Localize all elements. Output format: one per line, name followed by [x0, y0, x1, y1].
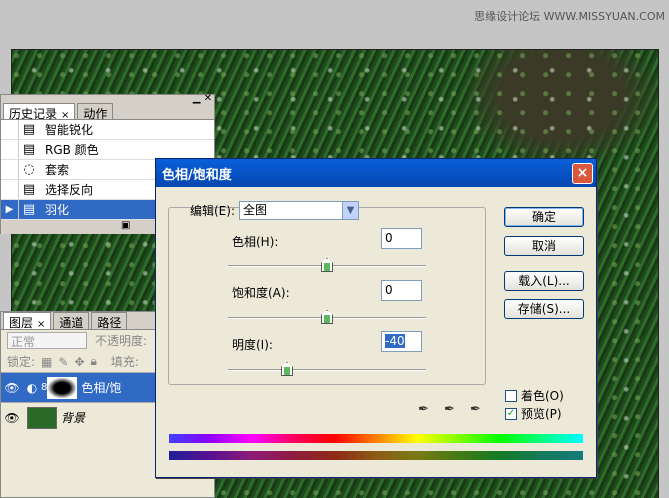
ok-button[interactable]: 确定	[504, 207, 584, 227]
lightness-label: 明度(I):	[232, 338, 273, 352]
history-item-label: RGB 颜色	[45, 143, 99, 157]
eyedropper-icon[interactable]: ✒	[418, 402, 429, 417]
tab-actions-label: 动作	[83, 107, 108, 121]
dialog-title-bar[interactable]: 色相/饱和度 ×	[156, 159, 596, 187]
history-item-label: 套索	[45, 163, 70, 177]
cancel-button[interactable]: 取消	[504, 236, 584, 256]
document-step-icon: ▤	[22, 182, 36, 197]
saturation-label: 饱和度(A):	[232, 286, 290, 300]
lock-all-icon[interactable]: 🔒︎	[91, 354, 97, 369]
output-color-spectrum-bar	[169, 451, 583, 460]
opacity-label: 不透明度:	[95, 334, 148, 348]
new-snapshot-icon[interactable]: ▣	[121, 220, 130, 231]
edit-label: 编辑(E):	[190, 204, 235, 218]
colorize-checkbox[interactable]	[505, 389, 517, 402]
layer-name[interactable]: 背景	[61, 409, 85, 426]
panel-title-bar[interactable]: ▁ ✕	[1, 94, 214, 104]
lock-pixels-icon[interactable]: ✎	[58, 355, 68, 369]
tab-channels[interactable]: 通道	[53, 312, 90, 330]
history-tabs: 历史记录 × 动作	[1, 103, 214, 121]
chevron-down-icon[interactable]: ▼	[342, 202, 358, 219]
colorize-label: 着色(O)	[521, 389, 564, 403]
history-snapshot-box[interactable]	[1, 160, 19, 179]
history-state-marker-icon[interactable]: ▶	[1, 200, 19, 219]
tab-layers[interactable]: 图层 ×	[3, 312, 52, 330]
history-item[interactable]: ▤ RGB 颜色	[1, 140, 214, 160]
watermark: 思缘设计论坛 WWW.MISSYUAN.COM	[474, 10, 665, 23]
history-item-label: 羽化	[45, 203, 70, 217]
lock-position-icon[interactable]: ✥	[74, 355, 84, 369]
edit-select-value: 全图	[243, 203, 268, 217]
tab-history-label: 历史记录	[9, 107, 58, 121]
tab-paths[interactable]: 路径	[91, 312, 128, 330]
edit-select[interactable]: 全图 ▼	[239, 201, 359, 220]
saturation-input[interactable]: 0	[381, 280, 422, 301]
tab-history[interactable]: 历史记录 ×	[3, 103, 76, 121]
hue-label: 色相(H):	[232, 235, 279, 249]
lock-label: 锁定:	[7, 355, 36, 369]
preview-checkbox-row[interactable]: ✓ 预览(P)	[505, 405, 562, 422]
history-item[interactable]: ▤ 智能锐化	[1, 120, 214, 140]
adjustment-group	[168, 207, 486, 385]
hue-input[interactable]: 0	[381, 228, 422, 249]
lasso-icon: ◌	[23, 162, 35, 177]
dialog-title: 色相/饱和度	[162, 167, 232, 183]
eyedropper-plus-icon[interactable]: ✒	[444, 402, 455, 417]
lock-transparency-icon[interactable]: ▦	[41, 355, 52, 369]
save-button[interactable]: 存储(S)...	[504, 299, 584, 319]
history-snapshot-box[interactable]	[1, 120, 19, 139]
hue-value: 0	[385, 231, 393, 245]
history-item-label: 智能锐化	[45, 123, 94, 137]
hue-saturation-dialog: 色相/饱和度 × 编辑(E): 全图 ▼ 色相(H): 0 饱和度(A): 0 …	[155, 158, 597, 478]
history-snapshot-box[interactable]	[1, 180, 19, 199]
lightness-slider-track[interactable]	[228, 369, 426, 371]
eye-icon[interactable]: 👁︎	[1, 411, 23, 425]
eyedropper-minus-icon[interactable]: ✒	[470, 402, 481, 417]
load-button[interactable]: 载入(L)...	[504, 271, 584, 291]
tab-actions[interactable]: 动作	[77, 103, 114, 121]
adjustment-layer-icon: ◐	[26, 380, 38, 395]
tab-paths-label: 路径	[97, 316, 122, 330]
close-button[interactable]: ×	[572, 163, 593, 184]
blend-mode-select[interactable]: 正常	[7, 332, 87, 349]
close-icon[interactable]: ×	[37, 319, 45, 330]
fill-label: 填充:	[110, 355, 139, 369]
tab-layers-label: 图层	[9, 316, 34, 330]
preview-label: 预览(P)	[521, 407, 562, 421]
input-color-spectrum-bar	[169, 434, 583, 443]
document-step-icon: ▤	[22, 122, 36, 137]
eye-icon[interactable]: 👁︎	[1, 381, 23, 395]
document-step-icon: ▤	[22, 142, 36, 157]
lightness-value: -40	[385, 334, 405, 348]
preview-checkbox[interactable]: ✓	[505, 407, 517, 420]
colorize-checkbox-row[interactable]: 着色(O)	[505, 387, 564, 404]
tab-channels-label: 通道	[59, 316, 84, 330]
layer-name[interactable]: 色相/饱	[81, 379, 121, 396]
layer-mask-thumbnail[interactable]	[47, 376, 78, 399]
layer-thumbnail[interactable]	[27, 406, 57, 429]
saturation-value: 0	[385, 283, 393, 297]
lightness-input[interactable]: -40	[381, 331, 422, 352]
edit-row: 编辑(E): 全图 ▼	[190, 201, 359, 220]
document-step-icon: ▤	[22, 202, 36, 217]
history-item-label: 选择反向	[45, 183, 94, 197]
panel-window-controls[interactable]: ▁ ✕	[193, 94, 212, 104]
history-snapshot-box[interactable]	[1, 140, 19, 159]
